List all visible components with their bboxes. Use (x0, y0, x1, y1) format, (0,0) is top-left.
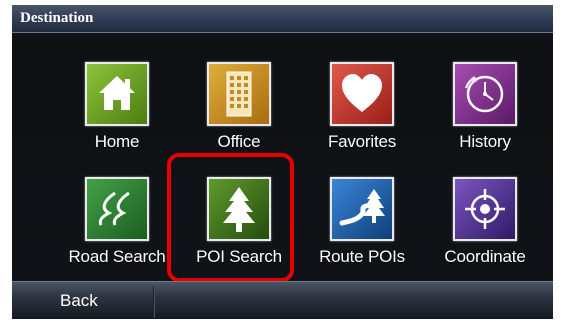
favorites-label: Favorites (327, 132, 397, 151)
home-label: Home (94, 132, 140, 151)
history-tile[interactable]: History (428, 57, 548, 175)
route-pois-label: Route POIs (319, 247, 405, 266)
back-label: Back (60, 291, 98, 310)
bottom-bar: Back (12, 281, 553, 319)
route-pois-tile[interactable]: Route POIs (305, 172, 425, 290)
back-button[interactable]: Back (12, 282, 152, 319)
home-tile[interactable]: Home (60, 57, 180, 175)
road-icon (85, 177, 149, 241)
clock-icon (453, 62, 517, 126)
page-title: Destination (20, 10, 94, 26)
office-building-icon (207, 62, 271, 126)
selection-highlight (167, 153, 294, 282)
heart-icon (330, 62, 394, 126)
coordinate-label: Coordinate (444, 247, 526, 266)
road-search-label: Road Search (68, 247, 166, 266)
route-tree-icon (330, 177, 394, 241)
destination-screen: Destination Home Office Favorites Histor… (12, 5, 553, 319)
home-icon (85, 62, 149, 126)
history-label: History (459, 132, 511, 151)
divider (153, 286, 155, 318)
title-bar: Destination (12, 5, 553, 33)
office-label: Office (217, 132, 261, 151)
crosshair-icon (453, 177, 517, 241)
favorites-tile[interactable]: Favorites (305, 57, 425, 175)
coordinate-tile[interactable]: Coordinate (428, 172, 548, 290)
road-search-tile[interactable]: Road Search (60, 172, 180, 290)
